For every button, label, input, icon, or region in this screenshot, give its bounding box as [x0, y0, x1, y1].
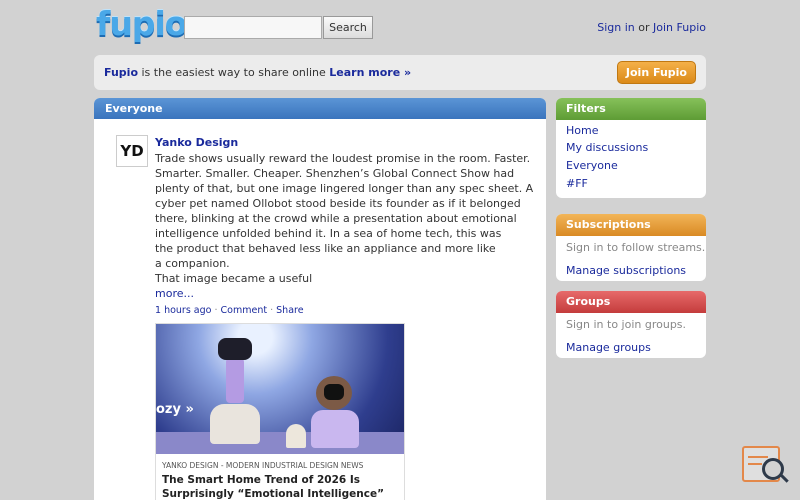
groups-title: Groups — [556, 291, 706, 313]
manage-subscriptions-link[interactable]: Manage subscriptions — [566, 264, 686, 277]
announcement-bar: Fupio is the easiest way to share online… — [94, 55, 706, 90]
fupio-logo[interactable]: fupio — [96, 4, 187, 43]
filter-ff[interactable]: #FF — [566, 177, 588, 190]
account-links: Sign in or Join Fupio — [597, 21, 706, 34]
post-line: cyber pet named Ollobot stood beside its… — [155, 197, 521, 210]
stage-floor — [156, 432, 404, 454]
search-input[interactable] — [184, 16, 322, 39]
link-preview-card[interactable]: ozy » YANKO DESIGN - MODERN INDUSTRIAL D… — [155, 323, 405, 500]
post-line: a companion. — [155, 257, 230, 270]
robot-figure — [324, 384, 344, 400]
magnifier-handle — [780, 474, 789, 483]
brand-link[interactable]: Fupio — [104, 66, 138, 79]
groups-note: Sign in to join groups. — [566, 318, 687, 331]
subscriptions-title: Subscriptions — [556, 214, 706, 236]
more-link[interactable]: more... — [155, 287, 194, 300]
share-link[interactable]: Share — [276, 305, 303, 316]
preview-source: YANKO DESIGN - MODERN INDUSTRIAL DESIGN … — [162, 461, 364, 470]
post-author-link[interactable]: Yanko Design — [155, 136, 238, 149]
post-line: plenty of that, but one image lingered l… — [155, 182, 534, 195]
robot-figure — [226, 358, 244, 403]
post-line: intelligence unfolded behind it. In a se… — [155, 227, 502, 240]
post-meta: 1 hours ago · Comment · Share — [155, 305, 304, 316]
robot-figure — [286, 424, 306, 448]
timestamp-link[interactable]: 1 hours ago — [155, 305, 211, 316]
filters-box: Filters Home My discussions Everyone #FF — [556, 98, 706, 198]
post-line: Trade shows usually reward the loudest p… — [155, 152, 531, 165]
stage-text: ozy » — [156, 402, 194, 417]
filter-everyone[interactable]: Everyone — [566, 159, 618, 172]
subscriptions-box: Subscriptions Sign in to follow streams.… — [556, 214, 706, 281]
groups-box: Groups Sign in to join groups. Manage gr… — [556, 291, 706, 358]
search-button[interactable]: Search — [323, 16, 373, 39]
tagline: is the easiest way to share online — [138, 66, 330, 79]
preview-title-link[interactable]: The Smart Home Trend of 2026 Is Surprisi… — [162, 473, 400, 500]
robot-figure — [210, 404, 260, 444]
post-line: Smarter. Smaller. Cheaper. Shenzhen’s Gl… — [155, 167, 515, 180]
robot-figure — [218, 338, 252, 360]
widget-line — [748, 463, 762, 465]
post-line: the product that behaved less like an ap… — [155, 242, 496, 255]
subscriptions-note: Sign in to follow streams. — [566, 241, 706, 254]
stream-title: Everyone — [94, 98, 546, 119]
join-button[interactable]: Join Fupio — [616, 61, 696, 84]
meta-separator: · — [267, 305, 277, 316]
comment-link[interactable]: Comment — [221, 305, 268, 316]
main-stream-panel: Everyone YD Yanko Design Trade shows usu… — [94, 98, 546, 500]
search-magnifier-widget-icon[interactable] — [742, 446, 789, 488]
post-line: That image became a useful — [155, 272, 313, 285]
sign-in-link[interactable]: Sign in — [597, 21, 635, 34]
preview-image[interactable]: ozy » — [156, 324, 404, 454]
post-line: there, blinking at the crowd while a pre… — [155, 212, 517, 225]
filter-my-discussions[interactable]: My discussions — [566, 141, 648, 154]
or-text: or — [634, 21, 654, 34]
widget-line — [748, 456, 768, 458]
filter-home[interactable]: Home — [566, 124, 598, 137]
learn-more-link[interactable]: Learn more » — [329, 66, 411, 79]
join-link[interactable]: Join Fupio — [653, 21, 706, 34]
manage-groups-link[interactable]: Manage groups — [566, 341, 651, 354]
announcement-text: Fupio is the easiest way to share online… — [104, 66, 411, 79]
post-body: Trade shows usually reward the loudest p… — [155, 151, 534, 286]
author-avatar[interactable]: YD — [116, 135, 148, 167]
meta-separator: · — [211, 305, 221, 316]
filters-title: Filters — [556, 98, 706, 120]
robot-figure — [311, 410, 359, 448]
